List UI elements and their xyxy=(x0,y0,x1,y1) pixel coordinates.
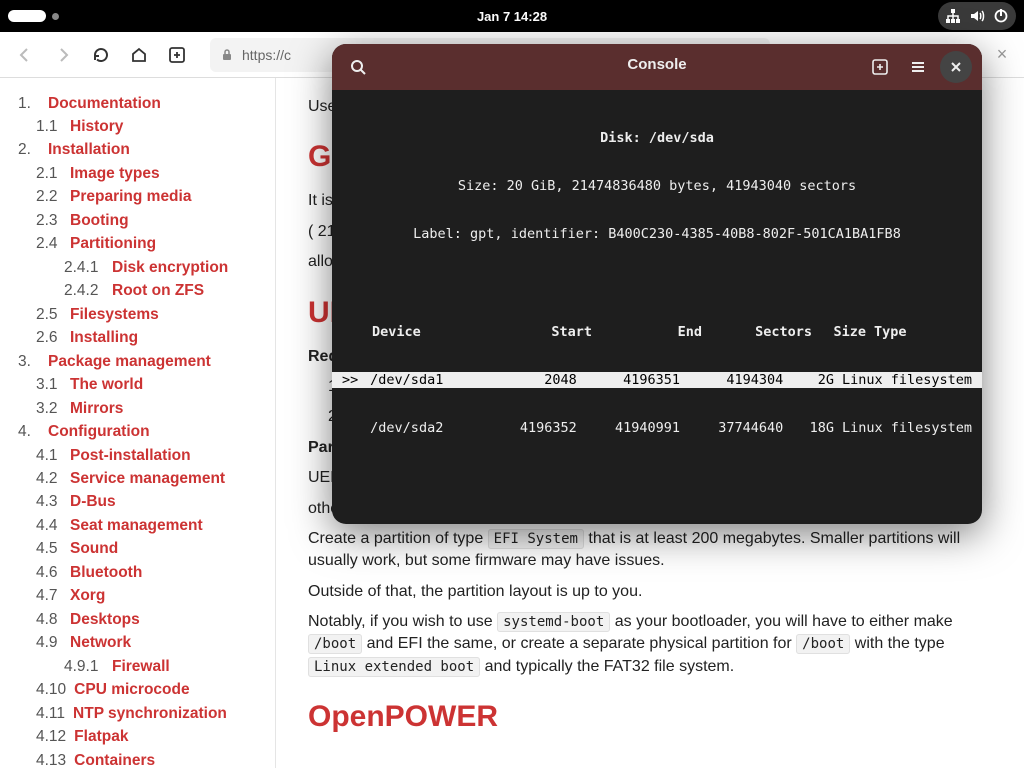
volume-icon[interactable] xyxy=(966,5,988,27)
cfdisk-size: Size: 20 GiB, 21474836480 bytes, 4194304… xyxy=(332,178,982,194)
lock-icon xyxy=(220,48,234,62)
toc-history[interactable]: 1.1History xyxy=(18,115,265,138)
power-icon[interactable] xyxy=(990,5,1012,27)
toc-root-on-zfs[interactable]: 2.4.2Root on ZFS xyxy=(18,280,265,303)
toc-post-installation[interactable]: 4.1Post-installation xyxy=(18,444,265,467)
workspace-dot xyxy=(52,13,59,20)
code-systemd-boot: systemd-boot xyxy=(497,612,610,632)
toc-containers[interactable]: 4.13Containers xyxy=(18,749,265,768)
toc-bluetooth[interactable]: 4.6Bluetooth xyxy=(18,561,265,584)
toc-network[interactable]: 4.9Network xyxy=(18,632,265,655)
gnome-topbar: Jan 7 14:28 xyxy=(0,0,1024,32)
toc-disk-encryption[interactable]: 2.4.1Disk encryption xyxy=(18,256,265,279)
console-body[interactable]: Disk: /dev/sda Size: 20 GiB, 21474836480… xyxy=(332,90,982,524)
toc-partitioning[interactable]: 2.4Partitioning xyxy=(18,233,265,256)
paragraph: Outside of that, the partition layout is… xyxy=(308,581,986,603)
console-close-button[interactable] xyxy=(940,51,972,83)
forward-button[interactable] xyxy=(46,38,80,72)
toc-service-management[interactable]: 4.2Service management xyxy=(18,468,265,491)
home-button[interactable] xyxy=(122,38,156,72)
cfdisk-label: Label: gpt, identifier: B400C230-4385-40… xyxy=(332,226,982,242)
code-boot: /boot xyxy=(308,634,362,654)
cfdisk-row-sda2[interactable]: /dev/sda24196352419409913774464018GLinux… xyxy=(332,420,982,436)
toc-installing[interactable]: 2.6Installing xyxy=(18,327,265,350)
reload-button[interactable] xyxy=(84,38,118,72)
network-icon[interactable] xyxy=(942,5,964,27)
toc-flatpak[interactable]: 4.12Flatpak xyxy=(18,726,265,749)
toc-preparing-media[interactable]: 2.2Preparing media xyxy=(18,186,265,209)
clock[interactable]: Jan 7 14:28 xyxy=(477,9,547,24)
toc-seat-management[interactable]: 4.4Seat management xyxy=(18,514,265,537)
toc-configuration[interactable]: 4.Configuration xyxy=(18,421,265,444)
console-title: Console xyxy=(627,56,686,73)
toc-d-bus[interactable]: 4.3D-Bus xyxy=(18,491,265,514)
console-search-button[interactable] xyxy=(342,51,374,83)
toc-installation[interactable]: 2.Installation xyxy=(18,139,265,162)
cfdisk-header-row: DeviceStartEndSectorsSizeType xyxy=(332,324,982,340)
url-text: https://c xyxy=(242,47,291,63)
back-button[interactable] xyxy=(8,38,42,72)
activities-pill xyxy=(8,10,46,22)
activities-area[interactable] xyxy=(8,10,59,22)
toc-documentation[interactable]: 1.Documentation xyxy=(18,92,265,115)
console-header[interactable]: Console xyxy=(332,44,982,90)
console-menu-button[interactable] xyxy=(902,51,934,83)
toc-desktops[interactable]: 4.8Desktops xyxy=(18,608,265,631)
system-tray[interactable] xyxy=(938,2,1016,30)
toc-filesystems[interactable]: 2.5Filesystems xyxy=(18,303,265,326)
toc-the-world[interactable]: 3.1The world xyxy=(18,374,265,397)
toc-sound[interactable]: 4.5Sound xyxy=(18,538,265,561)
toc-sidebar: 1.Documentation 1.1History 2.Installatio… xyxy=(0,78,276,768)
toc-ntp-sync[interactable]: 4.11NTP synchronization xyxy=(18,702,265,725)
cfdisk-row-sda1[interactable]: >>/dev/sda12048419635141943042GLinux fil… xyxy=(332,372,982,388)
console-new-tab-button[interactable] xyxy=(864,51,896,83)
toc-xorg[interactable]: 4.7Xorg xyxy=(18,585,265,608)
toc-cpu-microcode[interactable]: 4.10CPU microcode xyxy=(18,679,265,702)
paragraph: Create a partition of type EFI System th… xyxy=(308,528,986,573)
code-boot: /boot xyxy=(796,634,850,654)
toc-package-management[interactable]: 3.Package management xyxy=(18,350,265,373)
close-tab-button[interactable]: × xyxy=(988,41,1016,69)
cfdisk-disk: Disk: /dev/sda xyxy=(332,130,982,146)
paragraph: Notably, if you wish to use systemd-boot… xyxy=(308,611,986,678)
toc-image-types[interactable]: 2.1Image types xyxy=(18,162,265,185)
new-tab-button[interactable] xyxy=(160,38,194,72)
code-linux-ext-boot: Linux extended boot xyxy=(308,657,480,677)
toc-mirrors[interactable]: 3.2Mirrors xyxy=(18,397,265,420)
code-efi-system: EFI System xyxy=(488,529,584,549)
toc-firewall[interactable]: 4.9.1Firewall xyxy=(18,655,265,678)
console-window: Console Disk: /dev/sda Size: 20 GiB, 214… xyxy=(332,44,982,524)
heading-openpower: OpenPOWER xyxy=(308,696,986,738)
toc-booting[interactable]: 2.3Booting xyxy=(18,209,265,232)
